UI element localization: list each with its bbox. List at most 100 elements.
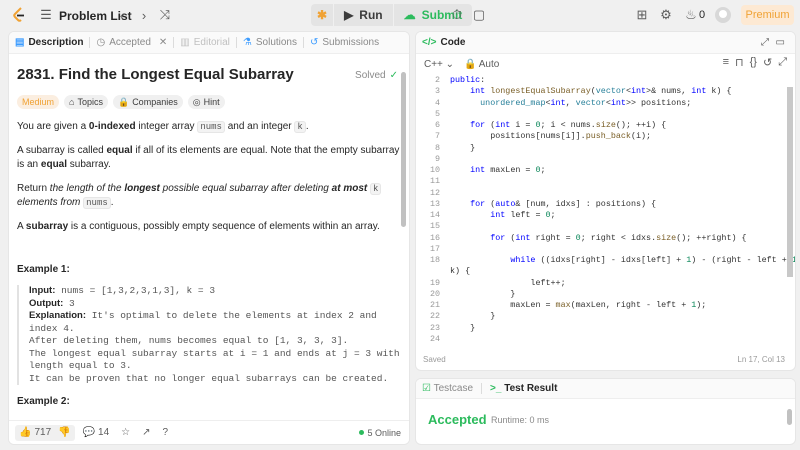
code-text: } [450,311,496,322]
shuffle-icon[interactable]: ⤨ [157,7,173,23]
code-text: } [450,322,476,333]
code-line[interactable]: 8 } [416,143,795,154]
description-panel: ▤ Description ◷ Accepted ✕ ▥ Editorial ⚗ Solu… [8,31,410,445]
check-circle-icon: ✓ [389,70,398,81]
prev-problem-icon[interactable]: ‹ [114,7,130,23]
cursor-position: Ln 17, Col 13 [737,355,785,364]
run-button[interactable]: ▶ Run [334,4,393,26]
tab-solutions[interactable]: ⚗ Solutions [237,32,303,54]
braces-icon[interactable]: {} [750,56,757,69]
code-line[interactable]: 10 int maxLen = 0; [416,165,795,176]
code-panel-header: </> Code ⤢ ▭ [416,32,795,54]
code-line[interactable]: 14 int left = 0; [416,210,795,221]
like-button[interactable]: 👍 717 👎 [15,424,75,441]
avatar[interactable] [715,7,731,23]
terminal-icon: >_ [490,383,502,394]
description-footer: 👍 717 👎 💬 14 ☆ ↗ ? 5 Online [9,420,409,444]
settings-gear-icon[interactable]: ⚙ [658,7,674,23]
code-line[interactable]: 17 [416,244,795,255]
code-line[interactable]: 21 maxLen = max(maxLen, right - left + 1… [416,300,795,311]
code-editor[interactable]: 2 public: 3 int longestEqualSubarray(vecto… [416,75,795,345]
format-icon[interactable]: ≡ [723,56,729,69]
problem-description: 2831. Find the Longest Equal Subarray So… [17,66,401,407]
more-icon[interactable]: ▭ [776,37,785,48]
reset-icon[interactable]: ↺ [763,56,772,69]
tab-testcase[interactable]: ☑ Testcase [422,383,473,394]
difficulty-badge: Medium [17,95,60,109]
hint-chip[interactable]: ◎ Hint [187,95,225,109]
code-line[interactable]: 12 [416,188,795,199]
maximize-icon[interactable]: ⤢ [761,37,769,48]
result-status: Accepted [428,412,487,427]
line-number: 4 [434,97,440,108]
tab-description[interactable]: ▤ Description [9,32,89,54]
next-problem-icon[interactable]: › [136,7,152,23]
line-number: 14 [429,210,440,220]
line-number: 18 [429,255,440,265]
tab-test-result[interactable]: >_ Test Result [490,383,557,394]
layout-icon[interactable]: ⊞ [634,7,650,23]
companies-chip[interactable]: 🔒 Companies [112,95,183,109]
history-icon: ↺ [310,37,319,48]
fullscreen-icon[interactable]: ⤢ [778,56,787,69]
code-line[interactable]: 20 } [416,289,795,300]
premium-button[interactable]: Premium [741,5,794,25]
code-scrollbar[interactable] [787,87,793,277]
streak-count: 0 [699,9,706,21]
notes-icon[interactable]: ▢ [471,7,487,23]
code-panel: </> Code ⤢ ▭ C++ ⌄ 🔒 Auto ≡ ⊓ {} ↺ ⤢ 2 pu… [415,31,796,371]
description-scrollbar[interactable] [401,72,406,227]
share-button[interactable]: ↗ [138,425,154,441]
problem-chips: Medium ⌂ Topics 🔒 Companies ◎ Hint [17,95,401,109]
thumbs-down-icon[interactable]: 👎 [58,427,70,438]
close-icon[interactable]: ✕ [159,37,167,48]
description-paragraph: You are given a 0-indexed integer array … [17,121,309,133]
code-line[interactable]: 15 [416,221,795,232]
code-line[interactable]: 23 } [416,323,795,334]
code-line[interactable]: 4 unordered_map<int, vector<int>> positi… [416,98,795,109]
topics-chip[interactable]: ⌂ Topics [64,95,108,109]
code-line[interactable]: 11 [416,176,795,187]
code-line[interactable]: 2 public: [416,75,795,86]
tab-submissions[interactable]: ↺ Submissions [304,32,385,54]
timer-icon[interactable]: ⏱ [449,7,465,23]
code-text: k) { [450,266,471,277]
help-button[interactable]: ? [159,425,173,441]
code-line[interactable]: 7 positions[nums[i]].push_back(i); [416,131,795,142]
code-line[interactable]: 3 int longestEqualSubarray(vector<int>& … [416,86,795,97]
code-line[interactable]: k) { [416,266,795,277]
auto-mode[interactable]: 🔒 Auto [464,59,499,70]
comments-button[interactable]: 💬 14 [79,425,114,441]
code-text: for (int right = 0; right < idxs.size();… [490,232,747,243]
description-paragraph: A subarray is called equal if all of its… [17,145,400,170]
code-line[interactable]: 5 [416,109,795,120]
code-text: unordered_map<int, vector<int>> position… [480,97,692,108]
star-icon: ☆ [121,427,131,438]
result-scrollbar[interactable] [787,409,792,425]
code-line[interactable]: 16 for (int right = 0; right < idxs.size… [416,233,795,244]
language-select[interactable]: C++ ⌄ [424,59,454,70]
bookmark-icon[interactable]: ⊓ [735,56,744,69]
code-line[interactable]: 13 for (auto& [num, idxs] : positions) { [416,199,795,210]
line-number: 5 [434,108,440,119]
code-line[interactable]: 18 while ((idxs[right] - idxs[left] + 1)… [416,255,795,266]
code-line[interactable]: 19 left++; [416,278,795,289]
line-number: 23 [429,322,440,333]
line-number: 7 [434,131,440,142]
problem-list-icon[interactable]: ☰ [38,7,54,23]
code-line[interactable]: 22 } [416,311,795,322]
code-line[interactable]: 6 for (int i = 0; i < nums.size(); ++i) … [416,120,795,131]
leetcode-logo-icon[interactable] [12,7,26,23]
line-number: 19 [429,277,440,288]
code-text: positions[nums[i]].push_back(i); [450,131,652,142]
line-number: 21 [429,300,440,310]
debug-button[interactable]: ✱ [311,4,334,26]
line-number: 22 [429,311,440,322]
tab-accepted[interactable]: ◷ Accepted ✕ [90,32,173,54]
tab-editorial[interactable]: ▥ Editorial [174,32,236,54]
code-line[interactable]: 24 [416,334,795,345]
editor-actions: ≡ ⊓ {} ↺ ⤢ [723,56,787,69]
streak-fire-icon[interactable]: ♨ [683,7,699,23]
favorite-button[interactable]: ☆ [117,425,134,441]
code-line[interactable]: 9 [416,154,795,165]
